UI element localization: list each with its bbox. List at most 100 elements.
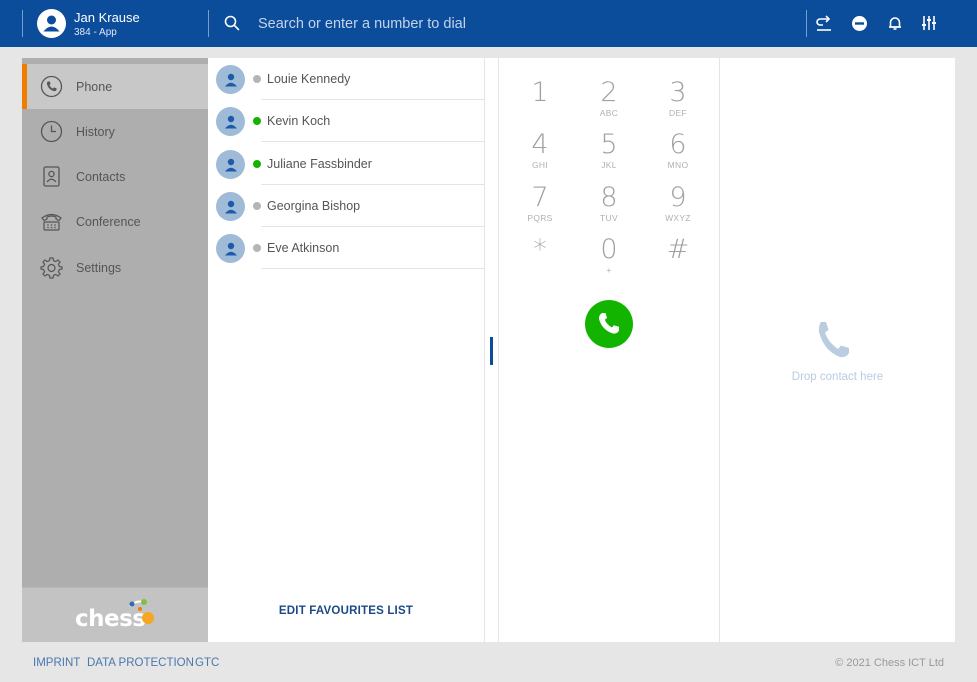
favourite-contact-row[interactable]: Eve Atkinson (208, 227, 484, 269)
splitter-handle[interactable] (490, 337, 493, 365)
key-letters: ABC (599, 108, 619, 118)
contact-name: Louie Kennedy (267, 72, 351, 86)
search-icon (224, 15, 240, 31)
sidebar-item-label: Phone (76, 79, 113, 94)
phone-icon (598, 313, 619, 334)
user-name: Jan Krause (74, 10, 140, 25)
user-icon (224, 158, 237, 171)
edit-favourites-button[interactable]: EDIT FAVOURITES LIST (208, 605, 484, 617)
dial-key-2[interactable]: 2 ABC (584, 78, 634, 128)
sidebar: Phone History Contacts Conference Settin… (22, 58, 208, 642)
user-icon (224, 242, 237, 255)
user-avatar[interactable] (37, 9, 66, 38)
favourites-panel: Louie Kennedy Kevin Koch Juliane Fassbin… (208, 58, 484, 642)
drop-contact-zone[interactable]: Drop contact here (720, 58, 955, 642)
user-icon (224, 200, 237, 213)
key-digit: 1 (531, 77, 549, 108)
dialpad-panel: 1 2 ABC 3 DEF 4 GHI 5 JKL 6 MNO 7 PQRS 8… (499, 58, 720, 642)
key-letters: JKL (601, 160, 617, 170)
top-bar: Jan Krause 384 - App (0, 0, 977, 47)
sidebar-item-label: Conference (76, 214, 141, 229)
key-digit: 5 (600, 129, 618, 160)
copyright-text: © 2021 Chess ICT Ltd (835, 657, 944, 669)
key-digit: 6 (669, 129, 687, 160)
search-input[interactable] (250, 10, 790, 37)
dial-key-8[interactable]: 8 TUV (584, 183, 634, 233)
sidebar-item-settings[interactable]: Settings (22, 245, 208, 290)
dial-key-star[interactable]: * (515, 235, 565, 285)
row-divider (261, 268, 484, 269)
favourite-contact-row[interactable]: Kevin Koch (208, 100, 484, 142)
dial-key-7[interactable]: 7 PQRS (515, 183, 565, 233)
contact-avatar (216, 234, 245, 263)
notifications-button[interactable] (884, 12, 906, 34)
key-digit: 4 (531, 129, 549, 160)
key-digit: 8 (600, 182, 618, 213)
favourite-contact-row[interactable]: Juliane Fassbinder (208, 143, 484, 185)
contact-name: Kevin Koch (267, 114, 331, 128)
key-digit: 9 (669, 182, 687, 213)
user-icon (224, 73, 237, 86)
panel-splitter[interactable] (484, 58, 499, 642)
key-letters: + (606, 265, 612, 275)
dial-key-6[interactable]: 6 MNO (653, 130, 703, 180)
presence-status-dot (253, 117, 261, 125)
user-icon (224, 115, 237, 128)
contact-avatar (216, 107, 245, 136)
sidebar-item-conference[interactable]: Conference (22, 199, 208, 244)
key-letters: MNO (667, 160, 689, 170)
dial-key-0[interactable]: 0 + (584, 235, 634, 285)
contact-avatar (216, 65, 245, 94)
settings-sliders-button[interactable] (918, 12, 940, 34)
key-digit: 3 (669, 77, 687, 108)
call-forward-icon (816, 15, 831, 31)
sidebar-item-phone[interactable]: Phone (22, 64, 208, 109)
dial-key-9[interactable]: 9 WXYZ (653, 183, 703, 233)
presence-status-dot (253, 160, 261, 168)
key-letters: DEF (669, 108, 687, 118)
dial-key-hash[interactable]: # (653, 235, 703, 285)
key-digit: # (666, 234, 690, 265)
favourite-contact-row[interactable]: Georgina Bishop (208, 185, 484, 227)
gear-icon (40, 257, 63, 279)
sidebar-item-label: History (76, 124, 115, 139)
bell-icon (889, 17, 901, 30)
data-protection-link[interactable]: DATA PROTECTION (87, 657, 194, 669)
contact-name: Georgina Bishop (267, 199, 361, 213)
header-divider (208, 10, 209, 37)
dial-key-4[interactable]: 4 GHI (515, 130, 565, 180)
contact-avatar (216, 192, 245, 221)
key-letters: PQRS (527, 213, 553, 223)
presence-status-dot (253, 75, 261, 83)
favourite-contact-row[interactable]: Louie Kennedy (208, 58, 484, 100)
call-button[interactable] (585, 300, 633, 348)
user-extension: 384 - App (74, 27, 117, 38)
chess-logo-mark (129, 599, 154, 624)
drop-contact-text: Drop contact here (791, 371, 884, 383)
key-letters: TUV (600, 213, 618, 223)
contact-name: Eve Atkinson (267, 241, 340, 255)
presence-status-dot (253, 244, 261, 252)
phone-icon (818, 322, 849, 358)
imprint-link[interactable]: IMPRINT (33, 657, 80, 669)
dial-key-1[interactable]: 1 (515, 78, 565, 128)
key-digit: 2 (600, 77, 618, 108)
call-forward-button[interactable] (813, 12, 835, 34)
contact-avatar (216, 150, 245, 179)
row-divider (261, 141, 484, 142)
sidebar-item-contacts[interactable]: Contacts (22, 154, 208, 199)
dial-key-5[interactable]: 5 JKL (584, 130, 634, 180)
key-letters: WXYZ (665, 213, 691, 223)
key-digit: * (533, 234, 547, 265)
header-divider (22, 10, 23, 37)
dial-key-3[interactable]: 3 DEF (653, 78, 703, 128)
sidebar-item-history[interactable]: History (22, 109, 208, 154)
presence-status-dot (253, 202, 261, 210)
conference-phone-icon (41, 213, 62, 231)
contact-name: Juliane Fassbinder (267, 157, 372, 171)
header-divider (806, 10, 807, 37)
phone-icon (40, 75, 63, 98)
do-not-disturb-button[interactable] (848, 12, 870, 34)
key-digit: 0 (600, 234, 618, 265)
gtc-link[interactable]: GTC (195, 657, 219, 669)
